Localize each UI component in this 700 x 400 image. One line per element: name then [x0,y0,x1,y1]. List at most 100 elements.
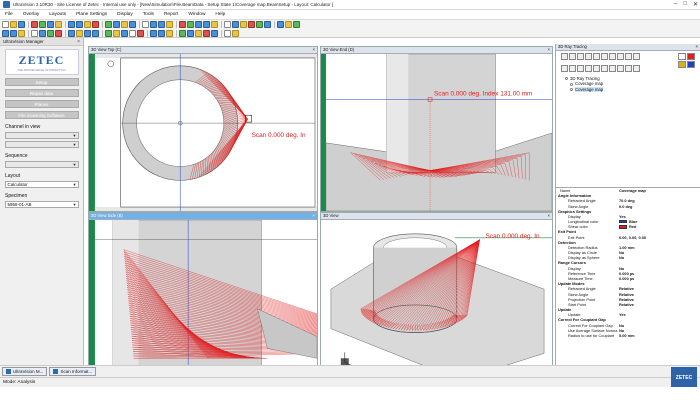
ray-tool-button[interactable] [593,53,600,60]
toolbar-button[interactable] [39,21,46,28]
toolbar-button[interactable] [211,30,218,37]
toolbar-button[interactable] [31,30,38,37]
toolbar-button[interactable] [113,30,120,37]
menu-window[interactable]: Window [188,12,205,17]
ray-tool-button[interactable] [569,65,576,72]
toolbar-button[interactable] [113,21,120,28]
toolbar-button[interactable] [195,21,202,28]
close-icon[interactable]: × [548,213,550,219]
toolbar-button[interactable] [2,21,9,28]
toolbar-button[interactable] [203,21,210,28]
toolbar-button[interactable] [76,30,83,37]
sequence-select[interactable]: ▼ [4,161,79,168]
menu-report[interactable]: Report [164,12,178,17]
toolbar-button[interactable] [47,30,54,37]
toolbar-button[interactable] [293,21,300,28]
maximize-icon[interactable]: □ [683,1,687,8]
toolbar-button[interactable] [84,21,91,28]
toolbar-button[interactable] [232,30,239,37]
menu-display[interactable]: Display [117,12,133,17]
shear-color-icon[interactable] [687,53,695,60]
setup-button[interactable]: Setup [4,78,79,86]
view-top[interactable]: 3D View Top (C) × Scan 0.000 deg. In [88,46,318,212]
specimen-select[interactable]: 5958-01-AB ▼ [4,201,79,208]
close-icon[interactable]: ✕ [693,1,698,8]
toolbar-button[interactable] [55,30,62,37]
toolbar-button[interactable] [248,21,255,28]
toolbar-button[interactable] [2,30,9,37]
toolbar-button[interactable] [137,30,144,37]
ray-tool-button[interactable] [561,53,568,60]
toolbar-button[interactable] [187,30,194,37]
toolbar-button[interactable] [55,21,62,28]
toolbar-button[interactable] [92,21,99,28]
view-end[interactable]: 3D View End (D) × Scan 0.000 deg. Index 1… [320,46,553,212]
channel-select-2[interactable]: ▼ [4,141,79,148]
property-value[interactable]: Relative [619,302,634,307]
view-end-canvas[interactable]: Scan 0.000 deg. Index 131.00 mm [321,54,552,211]
toolbar-button[interactable] [150,21,157,28]
toolbar-button[interactable] [256,21,263,28]
toolbar-button[interactable] [224,30,231,37]
ray-tool-button[interactable] [617,65,624,72]
repair-data-button[interactable]: Repair data [4,89,79,97]
ray-tool-button[interactable] [569,53,576,60]
ray-tool-button[interactable] [609,53,616,60]
toolbar-button[interactable] [129,21,136,28]
toolbar-button[interactable] [166,21,173,28]
toolbar-button[interactable] [47,21,54,28]
ray-tool-button[interactable] [601,65,608,72]
ray-tool-button[interactable] [625,53,632,60]
toolbar-button[interactable] [142,21,149,28]
toolbar-button[interactable] [285,21,292,28]
toolbar-button[interactable] [105,21,112,28]
view-side[interactable]: 3D View Side (B) × [88,212,318,381]
toolbar-button[interactable] [10,21,17,28]
ray-tool-button[interactable] [609,65,616,72]
close-icon[interactable]: × [77,39,80,45]
layout-select[interactable]: Calculator ▼ [4,181,79,188]
menu-layouts[interactable]: Layouts [49,12,66,17]
toolbar-button[interactable] [39,30,46,37]
property-value[interactable]: Coverage map [619,188,646,193]
channel-select[interactable]: ▼ [4,132,79,139]
toolbar-button[interactable] [179,30,186,37]
ray-tool-button[interactable] [561,65,568,72]
planes-button[interactable]: Planes [4,100,79,108]
property-row[interactable]: Radius to use for Couplant 5.00 mm [556,333,700,338]
toolbar-button[interactable] [31,21,38,28]
minimize-icon[interactable]: – [674,1,677,8]
ray-tool-button[interactable] [593,65,600,72]
toolbar-button[interactable] [166,30,173,37]
add-ray-icon[interactable] [678,53,686,60]
toolbar-button[interactable] [277,21,284,28]
menu-plane-settings[interactable]: Plane Settings [76,12,107,17]
toolbar-button[interactable] [84,30,91,37]
ray-tool-button[interactable] [633,65,640,72]
close-icon[interactable]: × [313,47,315,53]
ray-tool-button[interactable] [625,65,632,72]
toolbar-button[interactable] [179,21,186,28]
toolbar-button[interactable] [121,21,128,28]
toolbar-button[interactable] [68,30,75,37]
property-value[interactable]: Red [619,224,636,229]
toolbar-button[interactable] [76,21,83,28]
ray-tool-button[interactable] [633,53,640,60]
view-side-canvas[interactable] [89,220,317,380]
toolbar-button[interactable] [240,21,247,28]
file-scanning-button[interactable]: File Scanning Software [4,111,79,119]
toolbar-button[interactable] [195,30,202,37]
longitudinal-color-icon[interactable] [687,61,695,68]
close-icon[interactable]: × [548,47,550,53]
toolbar-button[interactable] [211,21,218,28]
ray-tool-button[interactable] [601,53,608,60]
menu-file[interactable]: File [5,12,13,17]
view-3d-canvas[interactable]: Scan 0.000 deg. In [321,220,552,380]
property-value[interactable]: No [619,255,624,260]
toolbar-button[interactable] [10,30,17,37]
view-top-canvas[interactable]: Scan 0.000 deg. In [89,54,317,211]
toolbar-button[interactable] [105,30,112,37]
close-icon[interactable]: × [696,44,698,50]
property-value[interactable]: Yes [619,312,626,317]
menu-overlay[interactable]: Overlay [23,12,40,17]
